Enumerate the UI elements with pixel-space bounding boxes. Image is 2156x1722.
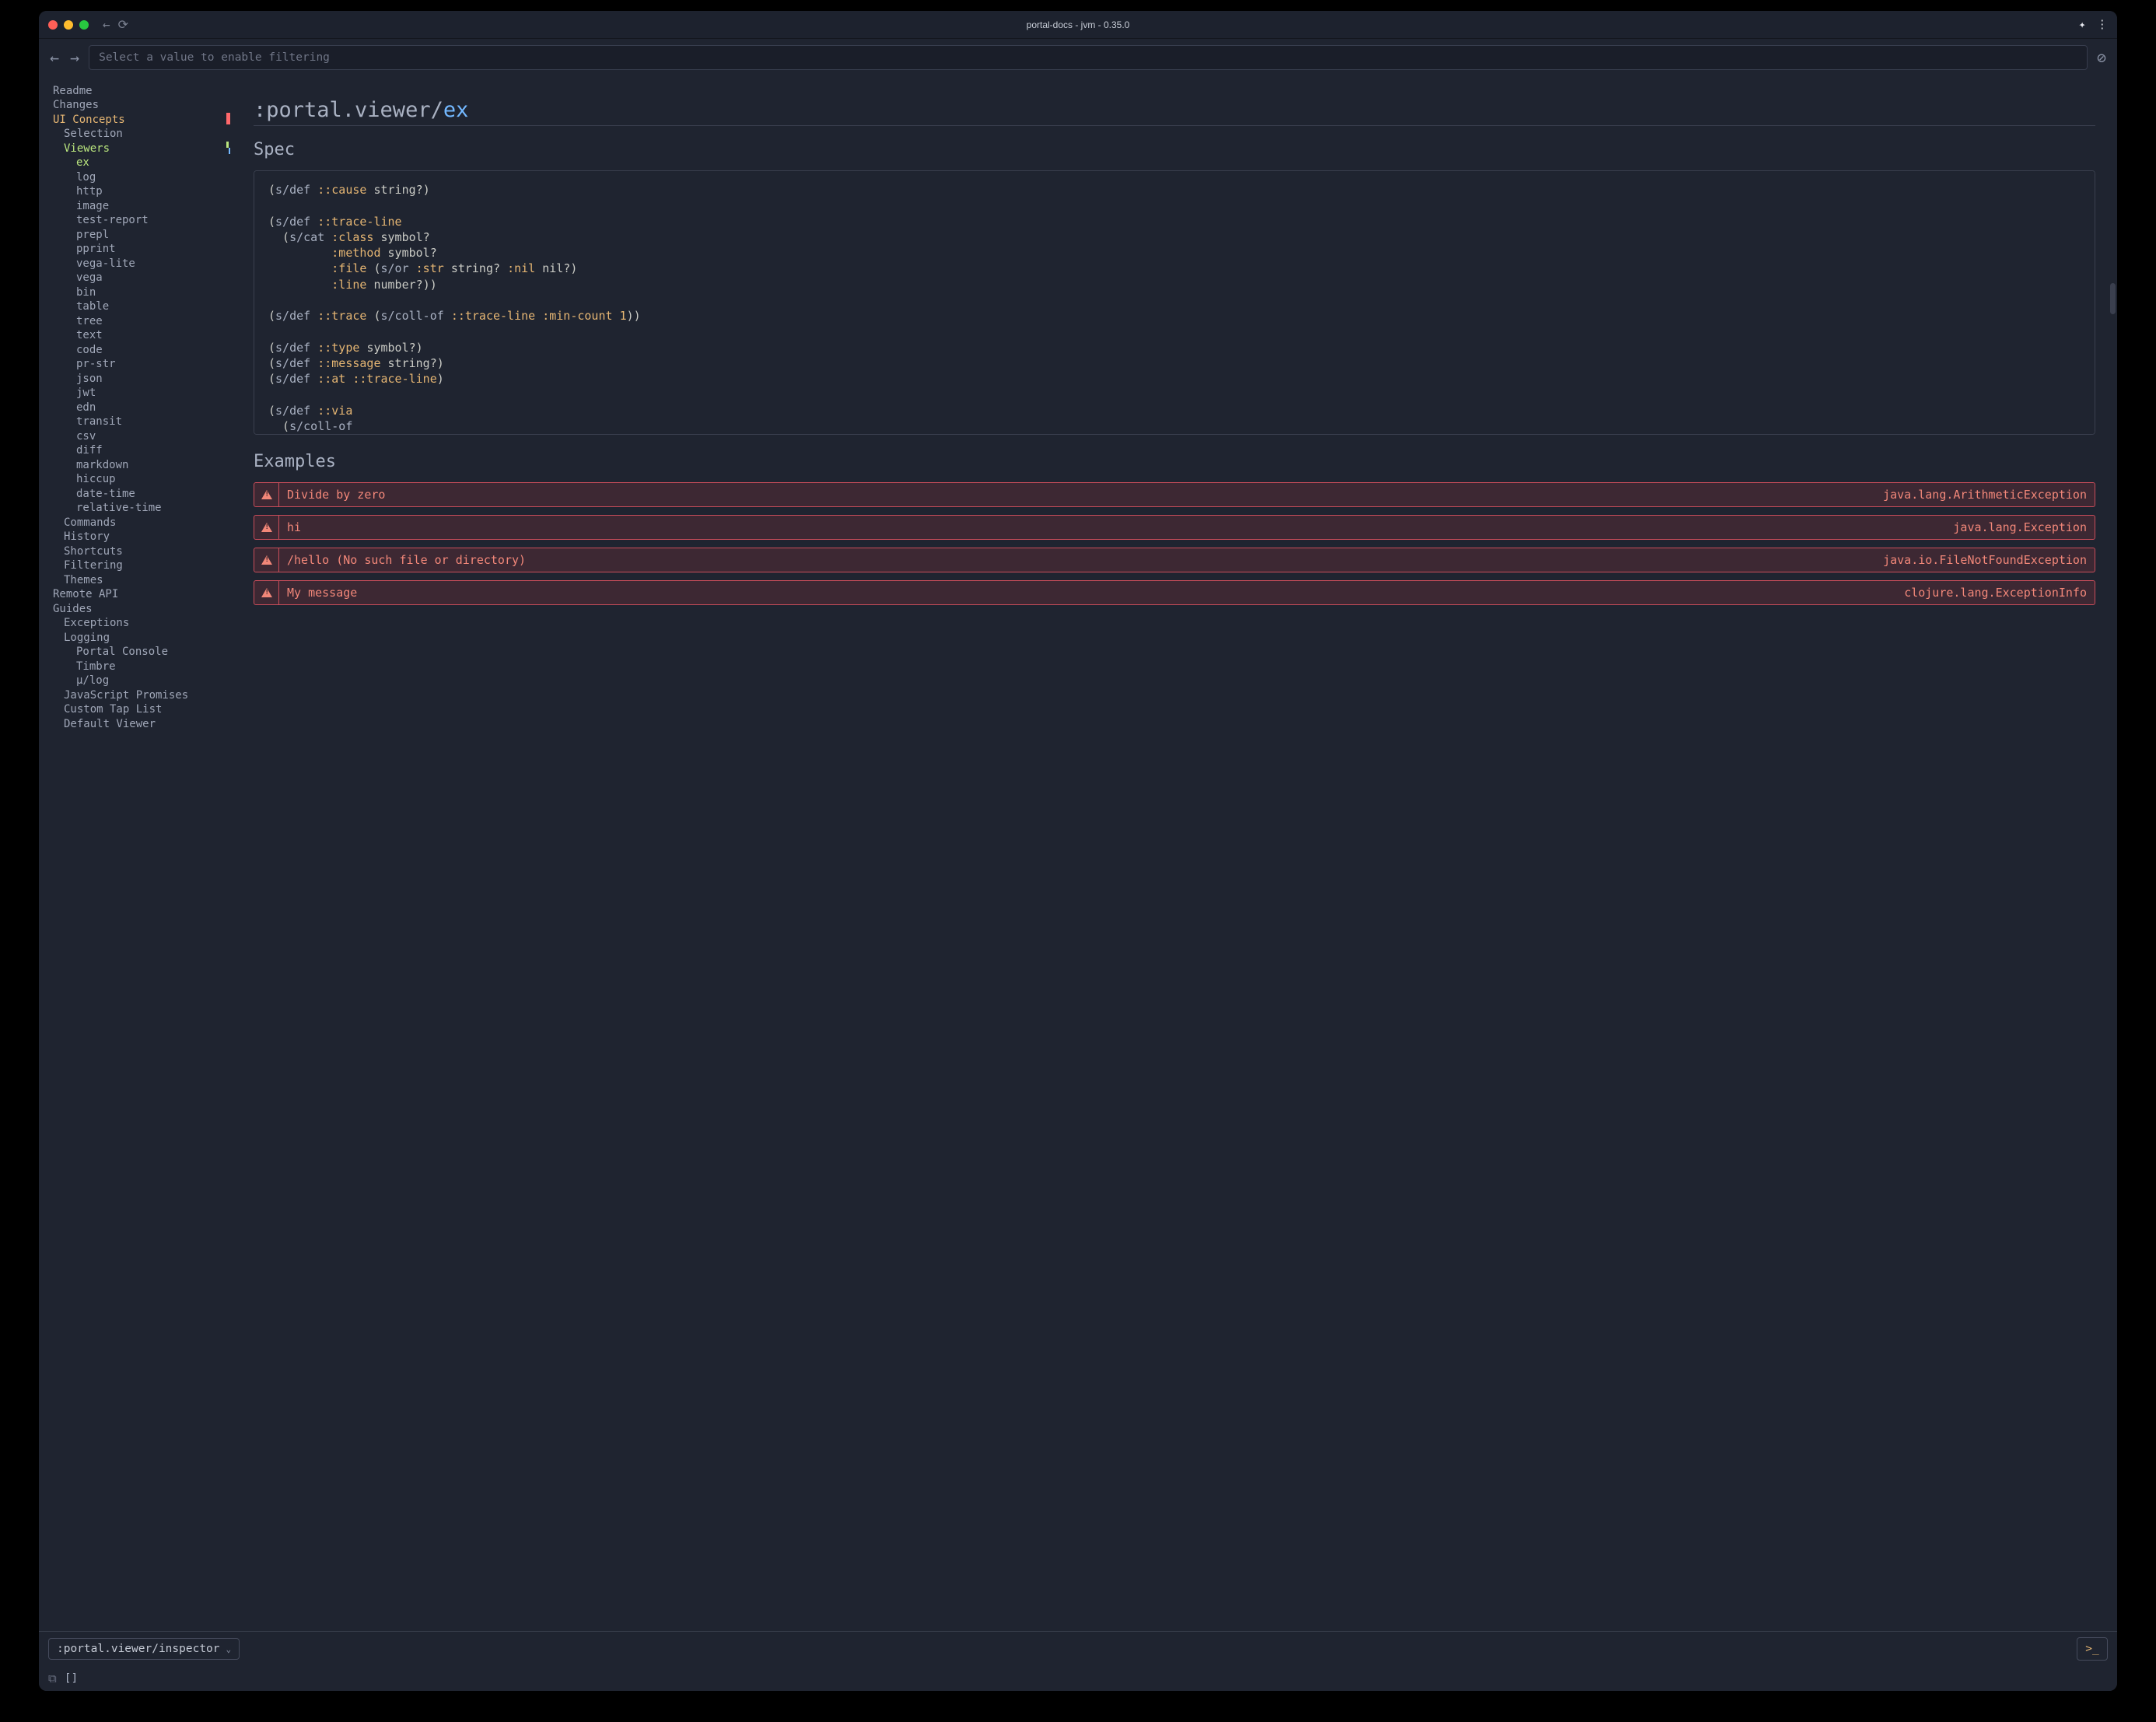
viewer-select-label: :portal.viewer/inspector bbox=[57, 1643, 220, 1655]
nav-item-history[interactable]: History bbox=[39, 530, 232, 545]
nav-tree: ReadmeChangesUI ConceptsSelectionViewers… bbox=[39, 84, 232, 732]
nav-item-changes[interactable]: Changes bbox=[39, 99, 232, 114]
footer: :portal.viewer/inspector ⌄ >_ ⧉ [] bbox=[39, 1631, 2117, 1691]
title-name: ex bbox=[443, 98, 469, 122]
nav-item-filtering[interactable]: Filtering bbox=[39, 559, 232, 574]
nav-item-text[interactable]: text bbox=[39, 329, 232, 344]
body: ReadmeChangesUI ConceptsSelectionViewers… bbox=[39, 76, 2117, 1631]
example-message: hi bbox=[279, 516, 1945, 539]
example-class: java.lang.Exception bbox=[1945, 516, 2095, 539]
viewer-select[interactable]: :portal.viewer/inspector ⌄ bbox=[48, 1638, 240, 1660]
browser-nav: ← ⟳ bbox=[103, 17, 128, 32]
nav-item-image[interactable]: image bbox=[39, 199, 232, 214]
scrollbar-thumb[interactable] bbox=[2110, 283, 2116, 314]
nav-item-test-report[interactable]: test-report bbox=[39, 214, 232, 229]
example-message: Divide by zero bbox=[279, 483, 1875, 506]
nav-item-commands[interactable]: Commands bbox=[39, 516, 232, 530]
nav-item-csv[interactable]: csv bbox=[39, 429, 232, 444]
window-title: portal-docs - jvm - 0.35.0 bbox=[39, 19, 2117, 30]
spec-code-block[interactable]: (s/def ::cause string?) (s/def ::trace-l… bbox=[254, 170, 2095, 435]
nav-item-exceptions[interactable]: Exceptions bbox=[39, 617, 232, 632]
nav-item-table[interactable]: table bbox=[39, 300, 232, 315]
warning-icon bbox=[254, 516, 279, 539]
extensions-icon[interactable]: ✦ bbox=[2079, 19, 2086, 31]
nav-item-hiccup[interactable]: hiccup bbox=[39, 473, 232, 488]
nav-item-vega[interactable]: vega bbox=[39, 271, 232, 286]
nav-item-logging[interactable]: Logging bbox=[39, 631, 232, 646]
chevron-down-icon: ⌄ bbox=[226, 1644, 232, 1654]
history-forward-icon[interactable]: → bbox=[70, 48, 79, 67]
browser-back-icon[interactable]: ← bbox=[103, 17, 110, 32]
example-class: java.lang.ArithmeticException bbox=[1875, 483, 2095, 506]
nav-item-custom-tap-list[interactable]: Custom Tap List bbox=[39, 703, 232, 718]
nav-item-ex[interactable]: ex bbox=[39, 156, 232, 171]
toolbar: ← → ⊘ bbox=[39, 39, 2117, 76]
browser-reload-icon[interactable]: ⟳ bbox=[118, 17, 128, 32]
nav-item-edn[interactable]: edn bbox=[39, 401, 232, 415]
example-row[interactable]: hijava.lang.Exception bbox=[254, 515, 2095, 540]
nav-item-json[interactable]: json bbox=[39, 372, 232, 387]
example-row[interactable]: Divide by zerojava.lang.ArithmeticExcept… bbox=[254, 482, 2095, 507]
warning-icon bbox=[254, 548, 279, 572]
nav-item-javascript-promises[interactable]: JavaScript Promises bbox=[39, 688, 232, 703]
history-back-icon[interactable]: ← bbox=[50, 48, 59, 67]
nav-item-markdown[interactable]: markdown bbox=[39, 458, 232, 473]
page-title: :portal.viewer/ex bbox=[254, 98, 2095, 126]
kebab-menu-icon[interactable]: ⋮ bbox=[2097, 19, 2109, 31]
filter-input[interactable] bbox=[89, 45, 2088, 70]
example-class: clojure.lang.ExceptionInfo bbox=[1896, 581, 2095, 604]
nav-item-guides[interactable]: Guides bbox=[39, 602, 232, 617]
nav-item-log[interactable]: log bbox=[39, 170, 232, 185]
main-content[interactable]: :portal.viewer/ex Spec (s/def ::cause st… bbox=[232, 76, 2117, 1631]
nav-item-tree[interactable]: tree bbox=[39, 314, 232, 329]
example-class: java.io.FileNotFoundException bbox=[1875, 548, 2095, 572]
nav-item-remote-api[interactable]: Remote API bbox=[39, 588, 232, 603]
nav-item-diff[interactable]: diff bbox=[39, 444, 232, 459]
app-window: ← ⟳ portal-docs - jvm - 0.35.0 ✦ ⋮ ← → ⊘… bbox=[39, 11, 2117, 1691]
example-row[interactable]: /hello (No such file or directory)java.i… bbox=[254, 548, 2095, 572]
minimize-window-icon[interactable] bbox=[64, 20, 73, 30]
titlebar: ← ⟳ portal-docs - jvm - 0.35.0 ✦ ⋮ bbox=[39, 11, 2117, 39]
nav-item-jwt[interactable]: jwt bbox=[39, 387, 232, 401]
example-message: /hello (No such file or directory) bbox=[279, 548, 1875, 572]
nav-item-viewers[interactable]: Viewers bbox=[39, 142, 232, 156]
path-breadcrumb[interactable]: [] bbox=[65, 1672, 78, 1685]
clear-icon[interactable]: ⊘ bbox=[2097, 48, 2106, 67]
examples-heading: Examples bbox=[254, 452, 2095, 471]
nav-item-pr-str[interactable]: pr-str bbox=[39, 358, 232, 373]
nav-item--log[interactable]: μ/log bbox=[39, 674, 232, 689]
nav-item-ui-concepts[interactable]: UI Concepts bbox=[39, 113, 232, 128]
nav-item-timbre[interactable]: Timbre bbox=[39, 660, 232, 674]
nav-item-code[interactable]: code bbox=[39, 343, 232, 358]
nav-item-relative-time[interactable]: relative-time bbox=[39, 502, 232, 516]
nav-item-pprint[interactable]: pprint bbox=[39, 243, 232, 257]
nav-item-bin[interactable]: bin bbox=[39, 285, 232, 300]
close-window-icon[interactable] bbox=[48, 20, 58, 30]
warning-icon bbox=[254, 483, 279, 506]
example-row[interactable]: My messageclojure.lang.ExceptionInfo bbox=[254, 580, 2095, 605]
nav-item-vega-lite[interactable]: vega-lite bbox=[39, 257, 232, 271]
spec-heading: Spec bbox=[254, 140, 2095, 159]
title-namespace: :portal.viewer/ bbox=[254, 98, 443, 122]
nav-item-portal-console[interactable]: Portal Console bbox=[39, 646, 232, 660]
nav-item-selection[interactable]: Selection bbox=[39, 128, 232, 142]
nav-item-default-viewer[interactable]: Default Viewer bbox=[39, 717, 232, 732]
nav-item-readme[interactable]: Readme bbox=[39, 84, 232, 99]
copy-icon[interactable]: ⧉ bbox=[48, 1671, 57, 1685]
window-controls bbox=[48, 20, 89, 30]
nav-item-prepl[interactable]: prepl bbox=[39, 228, 232, 243]
maximize-window-icon[interactable] bbox=[79, 20, 89, 30]
terminal-button[interactable]: >_ bbox=[2077, 1637, 2108, 1661]
nav-item-transit[interactable]: transit bbox=[39, 415, 232, 430]
nav-item-date-time[interactable]: date-time bbox=[39, 487, 232, 502]
example-message: My message bbox=[279, 581, 1896, 604]
spec-code: (s/def ::cause string?) (s/def ::trace-l… bbox=[268, 182, 2081, 435]
warning-icon bbox=[254, 581, 279, 604]
nav-item-shortcuts[interactable]: Shortcuts bbox=[39, 544, 232, 559]
sidebar[interactable]: ReadmeChangesUI ConceptsSelectionViewers… bbox=[39, 76, 232, 1631]
nav-item-http[interactable]: http bbox=[39, 185, 232, 200]
nav-item-themes[interactable]: Themes bbox=[39, 573, 232, 588]
examples-list: Divide by zerojava.lang.ArithmeticExcept… bbox=[254, 482, 2095, 605]
terminal-icon: >_ bbox=[2085, 1643, 2098, 1655]
